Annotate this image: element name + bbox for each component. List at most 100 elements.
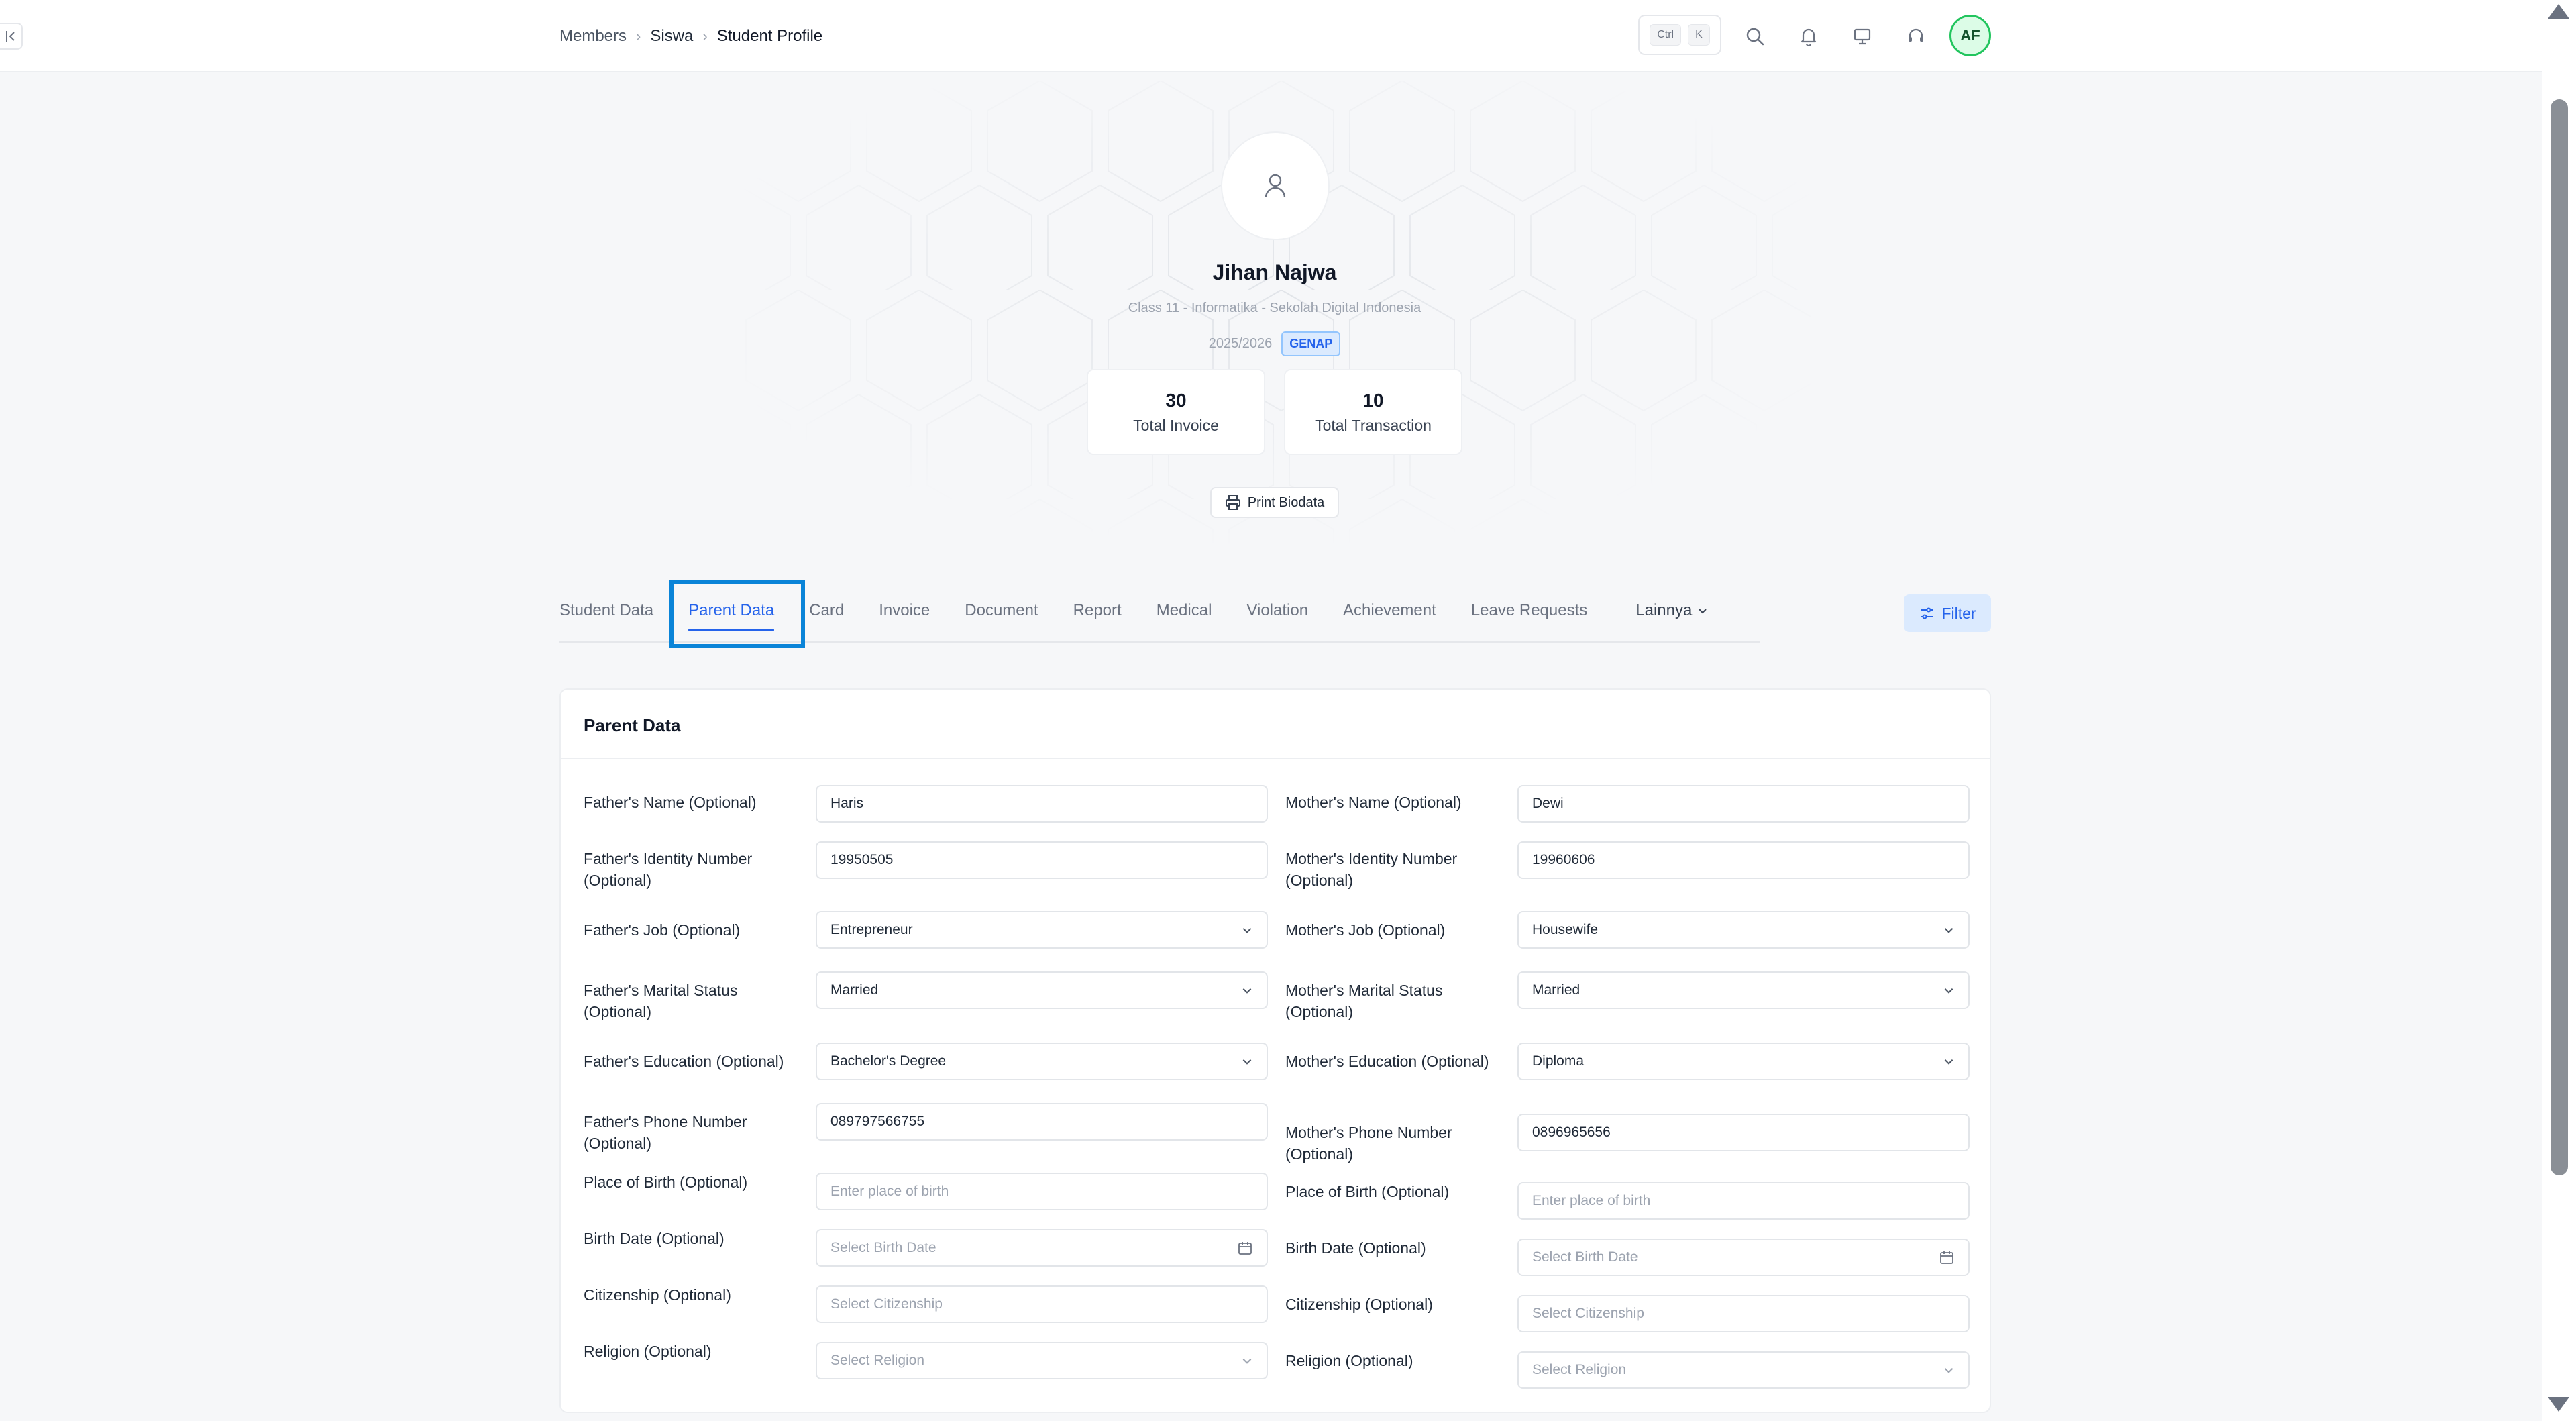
chevron-down-icon	[1699, 609, 1707, 614]
mother-education-label: Mother's Education (Optional)	[1285, 1053, 1489, 1070]
father-citizenship-placeholder: Select Citizenship	[830, 1296, 943, 1312]
stat-value: 30	[1165, 389, 1187, 411]
chevron-down-icon	[1242, 928, 1252, 933]
father-religion-label: Religion (Optional)	[584, 1343, 712, 1360]
bell-icon[interactable]	[1794, 21, 1823, 51]
father-birth-date-picker[interactable]: Select Birth Date	[816, 1229, 1268, 1267]
scrollbar-thumb[interactable]	[2551, 99, 2568, 1175]
breadcrumb-siswa[interactable]: Siswa	[650, 27, 693, 46]
tab-leave-requests[interactable]: Leave Requests	[1454, 592, 1605, 629]
sidebar-collapse-icon[interactable]	[0, 23, 23, 50]
mother-phone-input[interactable]: 0896965656	[1517, 1114, 1970, 1151]
father-citizenship-select[interactable]: Select Citizenship	[816, 1285, 1268, 1323]
mother-birth-date-picker[interactable]: Select Birth Date	[1517, 1239, 1970, 1276]
scroll-up-arrow-icon[interactable]	[2548, 4, 2569, 19]
user-avatar[interactable]: AF	[1949, 15, 1991, 56]
father-identity-input[interactable]: 19950505	[816, 841, 1268, 879]
tab-document[interactable]: Document	[947, 592, 1055, 629]
father-birth-place-input[interactable]: Enter place of birth	[816, 1173, 1268, 1210]
father-birth-date-label: Birth Date (Optional)	[584, 1230, 724, 1247]
command-palette-shortcut[interactable]: Ctrl K	[1638, 15, 1721, 55]
mother-identity-value: 19960606	[1532, 852, 1595, 867]
print-biodata-button[interactable]: Print Biodata	[1210, 487, 1339, 518]
mother-birth-date-label: Birth Date (Optional)	[1285, 1239, 1426, 1257]
father-religion-select[interactable]: Select Religion	[816, 1342, 1268, 1379]
mother-birth-place-label: Place of Birth (Optional)	[1285, 1183, 1450, 1200]
mother-religion-select[interactable]: Select Religion	[1517, 1351, 1970, 1389]
calendar-icon	[1940, 1251, 1953, 1264]
chevron-down-icon	[1944, 1059, 1953, 1065]
academic-year-row: 2025/2026 GENAP	[1006, 331, 1543, 356]
student-class-school: Class 11 - Informatika - Sekolah Digital…	[1128, 301, 1421, 315]
chevron-down-icon	[1242, 1359, 1252, 1364]
chevron-down-icon	[1944, 928, 1953, 933]
father-birth-place-label: Place of Birth (Optional)	[584, 1173, 748, 1191]
calendar-icon	[1238, 1242, 1252, 1255]
tab-violation[interactable]: Violation	[1229, 592, 1326, 629]
father-education-value: Bachelor's Degree	[830, 1053, 947, 1069]
stat-label: Total Invoice	[1133, 416, 1219, 434]
mother-citizenship-label: Citizenship (Optional)	[1285, 1296, 1433, 1313]
chevron-down-icon	[1944, 1368, 1953, 1373]
mother-education-value: Diploma	[1532, 1053, 1585, 1069]
mother-birth-date-placeholder: Select Birth Date	[1532, 1249, 1638, 1265]
mother-marital-value: Married	[1532, 982, 1580, 998]
tab-report[interactable]: Report	[1056, 592, 1139, 629]
monitor-icon[interactable]	[1847, 21, 1877, 51]
father-education-select[interactable]: Bachelor's Degree	[816, 1043, 1268, 1080]
stat-card-invoice: 30 Total Invoice	[1087, 369, 1265, 455]
more-tab-label: Lainnya	[1635, 601, 1693, 619]
mother-phone-label: Mother's Phone Number (Optional)	[1285, 1124, 1452, 1163]
chevron-down-icon	[1242, 1059, 1252, 1065]
father-job-select[interactable]: Entrepreneur	[816, 911, 1268, 949]
kbd-k: K	[1688, 24, 1710, 46]
father-phone-input[interactable]: 089797566755	[816, 1103, 1268, 1141]
tab-medical[interactable]: Medical	[1139, 592, 1230, 629]
sliders-icon	[1921, 607, 1933, 619]
stat-card-transaction: 10 Total Transaction	[1284, 369, 1462, 455]
card-header: Parent Data	[561, 690, 1990, 759]
scroll-down-arrow-icon[interactable]	[2548, 1397, 2569, 1412]
mother-birth-place-input[interactable]: Enter place of birth	[1517, 1182, 1970, 1220]
mother-identity-label: Mother's Identity Number (Optional)	[1285, 850, 1458, 889]
tab-more-dropdown[interactable]: Lainnya	[1605, 592, 1725, 629]
tab-invoice[interactable]: Invoice	[861, 592, 947, 629]
filter-button[interactable]: Filter	[1904, 594, 1991, 632]
printer-icon	[1225, 495, 1240, 510]
mother-job-select[interactable]: Housewife	[1517, 911, 1970, 949]
father-identity-label: Father's Identity Number (Optional)	[584, 850, 753, 889]
breadcrumb-members[interactable]: Members	[559, 27, 627, 46]
mother-identity-input[interactable]: 19960606	[1517, 841, 1970, 879]
stat-value: 10	[1362, 389, 1384, 411]
mother-name-input[interactable]: Dewi	[1517, 785, 1970, 823]
print-biodata-label: Print Biodata	[1247, 494, 1325, 510]
mother-religion-placeholder: Select Religion	[1532, 1362, 1627, 1377]
semester-badge: GENAP	[1281, 331, 1341, 356]
mother-marital-select[interactable]: Married	[1517, 971, 1970, 1009]
father-phone-value: 089797566755	[830, 1114, 925, 1129]
mother-name-label: Mother's Name (Optional)	[1285, 794, 1462, 811]
chevron-down-icon	[1242, 988, 1252, 994]
tab-achievement[interactable]: Achievement	[1326, 592, 1454, 629]
mother-education-select[interactable]: Diploma	[1517, 1043, 1970, 1080]
academic-year: 2025/2026	[1208, 336, 1273, 351]
father-name-label: Father's Name (Optional)	[584, 794, 757, 811]
father-marital-label: Father's Marital Status (Optional)	[584, 982, 738, 1020]
father-marital-select[interactable]: Married	[816, 971, 1268, 1009]
search-icon[interactable]	[1740, 21, 1770, 51]
chevron-right-icon: ›	[636, 28, 641, 44]
student-avatar	[1221, 131, 1330, 240]
mother-citizenship-select[interactable]: Select Citizenship	[1517, 1295, 1970, 1332]
father-phone-label: Father's Phone Number (Optional)	[584, 1113, 747, 1152]
tab-student-data[interactable]: Student Data	[559, 592, 671, 629]
mother-job-value: Housewife	[1532, 922, 1599, 937]
father-citizenship-label: Citizenship (Optional)	[584, 1286, 731, 1304]
mother-citizenship-placeholder: Select Citizenship	[1532, 1306, 1644, 1321]
mother-marital-label: Mother's Marital Status (Optional)	[1285, 982, 1443, 1020]
mother-name-value: Dewi	[1532, 796, 1564, 811]
student-name: Jihan Najwa	[1212, 260, 1337, 284]
user-icon	[1265, 174, 1286, 198]
father-job-label: Father's Job (Optional)	[584, 921, 741, 939]
father-name-input[interactable]: Haris	[816, 785, 1268, 823]
headset-icon[interactable]	[1901, 21, 1931, 51]
